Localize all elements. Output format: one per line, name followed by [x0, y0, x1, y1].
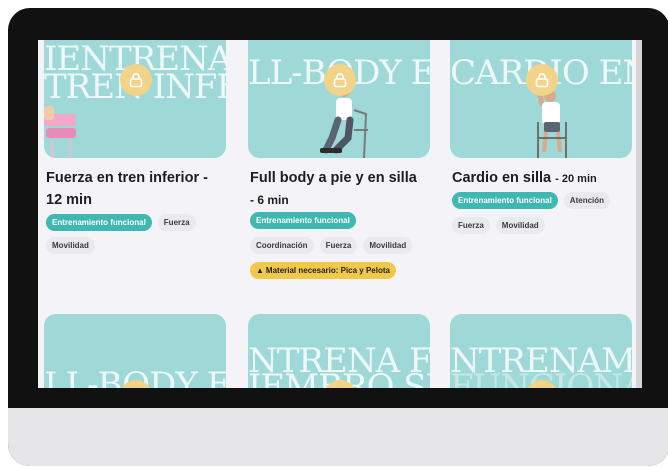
workout-duration: - 6 min	[250, 193, 289, 207]
workout-thumbnail[interactable]: NTRENA FUERZ IEMBRO SUPERIO	[248, 314, 430, 388]
tag-list: Entrenamiento funcional Atención	[452, 192, 638, 209]
tag-primary: Entrenamiento funcional	[46, 214, 152, 231]
material-warning-badge: ▲ Material necesario: Pica y Pelota	[250, 262, 396, 279]
workout-thumbnail[interactable]: LL-BODY EN SIL	[248, 40, 430, 158]
lock-icon	[526, 64, 558, 96]
tag: Movilidad	[46, 237, 95, 254]
workout-thumbnail[interactable]: CARDIO EN SILL	[450, 40, 632, 158]
tag-list: Coordinación Fuerza Movilidad	[250, 237, 436, 254]
tag-list: Entrenamiento funcional	[250, 212, 436, 229]
lock-icon	[120, 64, 152, 96]
tag: Movilidad	[495, 217, 545, 234]
warning-icon: ▲	[256, 266, 264, 275]
tag: Fuerza	[452, 217, 490, 234]
device-chin	[8, 408, 668, 466]
lock-icon	[324, 64, 356, 96]
workout-title[interactable]: Full body a pie y en silla	[250, 168, 436, 189]
tag: Fuerza	[319, 237, 358, 254]
tag: Fuerza	[157, 214, 196, 231]
workout-duration: 12 min	[46, 192, 92, 208]
tag-primary: Entrenamiento funcional	[250, 212, 356, 229]
tag-list: Entrenamiento funcional Fuerza Movilidad	[46, 214, 232, 254]
workout-thumbnail[interactable]: NTRENAMIENTO FUNCIONAL	[450, 314, 632, 388]
tag-primary: Entrenamiento funcional	[452, 192, 558, 209]
warning-row: ▲ Material necesario: Pica y Pelota	[250, 262, 436, 279]
workout-thumbnail[interactable]: IENTRENA TU TREN INFERIO	[44, 40, 226, 158]
scrollbar[interactable]	[636, 40, 642, 388]
person-illustration	[44, 106, 76, 158]
workout-duration: - 20 min	[555, 173, 597, 185]
workout-thumbnail[interactable]: LL-BODY EN SIL	[44, 314, 226, 388]
device-frame: IENTRENA TU TREN INFERIO Fuerza en tren …	[8, 8, 668, 466]
workout-title[interactable]: Cardio en silla - 20 min	[452, 168, 638, 190]
tag: Movilidad	[363, 237, 413, 254]
workout-title[interactable]: Fuerza en tren inferior -	[46, 168, 232, 189]
screen: IENTRENA TU TREN INFERIO Fuerza en tren …	[38, 40, 642, 388]
tag-list: Fuerza Movilidad	[452, 217, 638, 234]
tag: Atención	[563, 192, 611, 209]
tag: Coordinación	[250, 237, 314, 254]
